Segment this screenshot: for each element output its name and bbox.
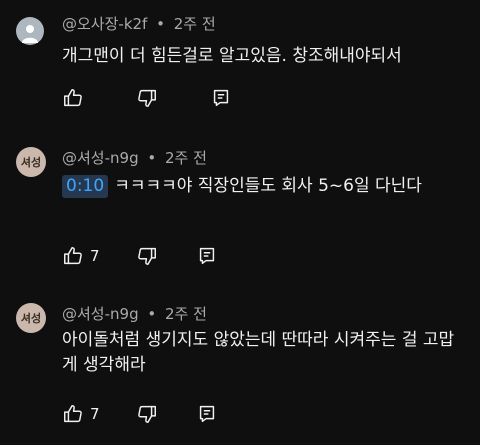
like-button[interactable] — [62, 86, 136, 110]
meta-separator: • — [156, 15, 165, 33]
like-count: 7 — [90, 405, 100, 423]
avatar[interactable]: 셔성 — [16, 303, 46, 333]
comment-text: ㅋㅋㅋㅋ야 직장인들도 회사 5~6일 다닌다 — [114, 176, 422, 196]
avatar-text: 셔성 — [20, 156, 42, 169]
meta-separator: • — [147, 149, 157, 167]
thumbs-up-icon — [64, 89, 82, 107]
comment-author[interactable]: @셔성-n9g — [62, 149, 139, 167]
comment-meta: @셔성-n9g • 2주 전 — [62, 147, 207, 168]
comment-text-block: 0:10 ㅋㅋㅋㅋ야 직장인들도 회사 5~6일 다닌다 — [62, 174, 462, 199]
like-button[interactable]: 7 — [62, 244, 136, 268]
dislike-button[interactable] — [136, 402, 196, 426]
comment-meta: @오사장-k2f • 2주 전 — [62, 13, 216, 34]
dislike-button[interactable] — [136, 244, 196, 268]
like-button[interactable]: 7 — [62, 402, 136, 426]
reply-button[interactable] — [196, 244, 218, 268]
meta-separator: • — [147, 305, 157, 323]
reply-icon — [213, 89, 229, 107]
reply-icon — [199, 405, 215, 423]
comment-actions: 7 — [62, 402, 218, 426]
thumbs-up-icon — [64, 247, 82, 265]
comment-text: 개그맨이 더 힘든걸로 알고있음. 창조해내야되서 — [62, 46, 402, 66]
comment-author[interactable]: @오사장-k2f — [62, 15, 147, 33]
comment-author[interactable]: @셔성-n9g — [62, 305, 139, 323]
reply-icon — [199, 247, 215, 265]
comment-actions: 7 — [62, 244, 218, 268]
comment-age[interactable]: 2주 전 — [165, 305, 207, 323]
comment-text: 아이돌처럼 생기지도 않았는데 딴따라 시켜주는 걸 고맙게 생각해라 — [62, 330, 455, 375]
dislike-button[interactable] — [136, 86, 210, 110]
thumbs-up-icon — [64, 405, 82, 423]
thumbs-down-icon — [138, 405, 156, 423]
avatar[interactable]: 셔성 — [16, 147, 46, 177]
avatar[interactable] — [16, 17, 44, 45]
avatar-text: 셔성 — [20, 312, 42, 325]
comment-actions — [62, 86, 232, 110]
comment-age[interactable]: 2주 전 — [165, 149, 207, 167]
comment-meta: @셔성-n9g • 2주 전 — [62, 303, 207, 324]
reply-button[interactable] — [210, 86, 232, 110]
reply-button[interactable] — [196, 402, 218, 426]
like-count: 7 — [90, 247, 100, 265]
person-silhouette-icon — [22, 25, 38, 43]
thumbs-down-icon — [138, 89, 156, 107]
timestamp-link[interactable]: 0:10 — [62, 175, 109, 198]
comment-thread: @오사장-k2f • 2주 전 개그맨이 더 힘든걸로 알고있음. 창조해내야되… — [0, 0, 480, 445]
thumbs-down-icon — [138, 247, 156, 265]
comment-age[interactable]: 2주 전 — [174, 15, 216, 33]
